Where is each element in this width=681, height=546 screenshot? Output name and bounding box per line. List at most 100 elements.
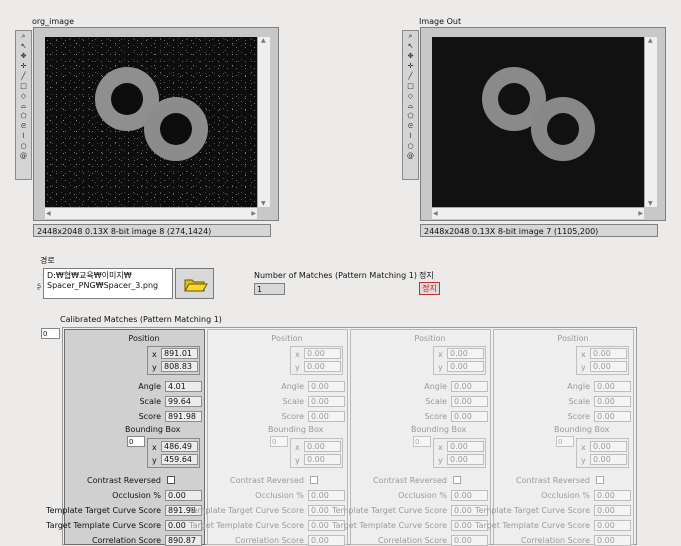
- occlusion-label: Occlusion %: [398, 491, 447, 500]
- rectangle-icon[interactable]: □: [405, 82, 416, 91]
- bounding-box-x-value: 0.00: [447, 441, 484, 452]
- oval-icon[interactable]: ○: [405, 142, 416, 151]
- pan-icon[interactable]: ✥: [405, 52, 416, 61]
- position-label: Position: [557, 334, 589, 343]
- path-label: 경로: [40, 256, 55, 265]
- position-x-label: x: [295, 350, 300, 359]
- angle-label: Angle: [138, 382, 161, 391]
- contrast-reversed-checkbox[interactable]: [310, 476, 318, 484]
- angle-value: 0.00: [451, 381, 488, 392]
- scale-value: 99.64: [165, 396, 202, 407]
- arrow-icon[interactable]: ↖: [18, 42, 29, 51]
- org-image-vertical-scrollbar[interactable]: ▲ ▼: [257, 37, 270, 207]
- browse-button[interactable]: [175, 268, 214, 299]
- path-type-icon[interactable]: ʂ: [37, 281, 41, 290]
- contrast-reversed-checkbox[interactable]: [453, 476, 461, 484]
- spiral-icon[interactable]: @: [18, 152, 29, 161]
- line-icon[interactable]: ╱: [405, 72, 416, 81]
- org-image-display[interactable]: ▲ ▼ ◀ ▶: [33, 27, 279, 221]
- position-y-label: y: [438, 363, 443, 372]
- zoom-icon[interactable]: ⌕: [18, 32, 29, 41]
- image-out-display[interactable]: ▲ ▼ ◀ ▶: [420, 27, 666, 221]
- freehand-icon[interactable]: ᘓ: [18, 122, 29, 131]
- polygon-icon[interactable]: ⬠: [18, 112, 29, 121]
- template-target-value: 0.00: [594, 505, 631, 516]
- scale-label: Scale: [425, 397, 447, 406]
- scroll-down-arrow-icon[interactable]: ▼: [648, 200, 653, 207]
- bounding-box-y-label: y: [581, 456, 586, 465]
- position-x-label: x: [438, 350, 443, 359]
- contrast-reversed-checkbox[interactable]: [167, 476, 175, 484]
- zoom-icon[interactable]: ⌕: [405, 32, 416, 41]
- scroll-left-arrow-icon[interactable]: ◀: [433, 210, 438, 217]
- match-cluster: Position x 891.01 y 808.83 Angle 4.01 Scale 99.6…: [46, 329, 205, 546]
- org-image-picture: [45, 37, 257, 207]
- image-out-vertical-scrollbar[interactable]: ▲ ▼: [644, 37, 657, 207]
- org-image-title: org_image: [32, 17, 75, 26]
- path-input[interactable]: D:₩협₩교육₩이미지₩ Spacer_PNG₩Spacer_3.png: [43, 268, 173, 299]
- scroll-right-arrow-icon[interactable]: ▶: [638, 210, 643, 217]
- template-target-label: Template Target Curve Score: [46, 506, 161, 515]
- score-label: Score: [567, 412, 590, 421]
- number-of-matches-value: 1: [254, 283, 285, 295]
- rotated-rect-icon[interactable]: ◇: [405, 92, 416, 101]
- correlation-label: Correlation Score: [520, 536, 590, 545]
- position-y-label: y: [581, 363, 586, 372]
- bounding-box-y-value: 0.00: [304, 454, 341, 465]
- broken-line-icon[interactable]: ⌇: [18, 132, 29, 141]
- image-out-canvas[interactable]: [432, 37, 644, 207]
- scroll-left-arrow-icon[interactable]: ◀: [46, 210, 51, 217]
- annulus-icon[interactable]: ⌓: [405, 102, 416, 111]
- scroll-up-arrow-icon[interactable]: ▲: [648, 37, 653, 44]
- polygon-icon[interactable]: ⬠: [405, 112, 416, 121]
- calibrated-matches-label: Calibrated Matches (Pattern Matching 1): [60, 315, 222, 324]
- occlusion-value: 0.00: [451, 490, 488, 501]
- bounding-box-x-label: x: [152, 443, 157, 452]
- image-tools-palette: ⌕ ↖ ✥ ✛ ╱ □ ◇ ⌓ ⬠ ᘓ ⌇ ○ @: [15, 30, 32, 180]
- occlusion-value: 0.00: [308, 490, 345, 501]
- bounding-box-x-value: 0.00: [304, 441, 341, 452]
- template-target-label: Template Target Curve Score: [332, 506, 447, 515]
- bounding-box-index-value: 0: [129, 438, 134, 446]
- bounding-box-label: Bounding Box: [125, 425, 181, 434]
- line-icon[interactable]: ╱: [18, 72, 29, 81]
- scroll-right-arrow-icon[interactable]: ▶: [251, 210, 256, 217]
- scale-label: Scale: [568, 397, 590, 406]
- org-image-horizontal-scrollbar[interactable]: ◀ ▶: [45, 207, 257, 219]
- freehand-icon[interactable]: ᘓ: [405, 122, 416, 131]
- oval-icon[interactable]: ○: [18, 142, 29, 151]
- scroll-down-arrow-icon[interactable]: ▼: [261, 200, 266, 207]
- bounding-box-index[interactable]: 0: [413, 436, 431, 447]
- position-x-label: x: [152, 350, 157, 359]
- folder-icon: [184, 279, 208, 292]
- spiral-icon[interactable]: @: [405, 152, 416, 161]
- stop-button[interactable]: 정지: [419, 282, 440, 295]
- bounding-box-index[interactable]: 0: [270, 436, 288, 447]
- crosshair-icon[interactable]: ✛: [405, 62, 416, 71]
- crosshair-icon[interactable]: ✛: [18, 62, 29, 71]
- org-image-status-bar: 2448x2048 0.13X 8-bit image 8 (274,1424): [33, 224, 271, 237]
- broken-line-icon[interactable]: ⌇: [405, 132, 416, 141]
- arrow-icon[interactable]: ↖: [405, 42, 416, 51]
- template-target-label: Template Target Curve Score: [475, 506, 590, 515]
- annulus-icon[interactable]: ⌓: [18, 102, 29, 111]
- occlusion-label: Occlusion %: [541, 491, 590, 500]
- correlation-label: Correlation Score: [377, 536, 447, 545]
- contrast-reversed-checkbox[interactable]: [596, 476, 604, 484]
- match-cluster: Position x 0.00 y 0.00 Angle 0.00 Scale 0.00 Scor…: [475, 329, 634, 546]
- rotated-rect-icon[interactable]: ◇: [18, 92, 29, 101]
- bounding-box-index[interactable]: 0: [556, 436, 574, 447]
- bounding-box-y-value: 0.00: [590, 454, 627, 465]
- target-template-label: Target Template Curve Score: [46, 521, 161, 530]
- position-y-value: 0.00: [590, 361, 627, 372]
- target-template-label: Target Template Curve Score: [475, 521, 590, 530]
- rectangle-icon[interactable]: □: [18, 82, 29, 91]
- image-out-horizontal-scrollbar[interactable]: ◀ ▶: [432, 207, 644, 219]
- bounding-box-index[interactable]: 0: [127, 436, 145, 447]
- bounding-box-x-label: x: [295, 443, 300, 452]
- org-image-canvas[interactable]: [45, 37, 257, 207]
- array-index-control[interactable]: 0: [41, 328, 60, 339]
- scroll-up-arrow-icon[interactable]: ▲: [261, 37, 266, 44]
- path-line-1: D:₩협₩교육₩이미지₩: [47, 271, 132, 280]
- pan-icon[interactable]: ✥: [18, 52, 29, 61]
